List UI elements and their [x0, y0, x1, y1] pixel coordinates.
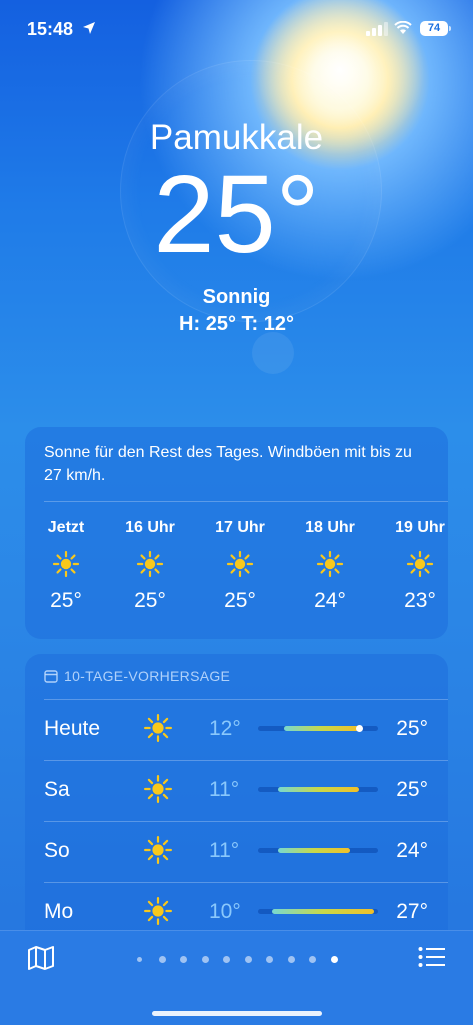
wifi-icon — [394, 21, 412, 34]
ten-day-title: 10-TAGE-VORHERSAGE — [64, 668, 231, 684]
city-name: Pamukkale — [149, 118, 324, 157]
lens-flare-small — [252, 332, 294, 374]
day-high: 27° — [396, 900, 428, 923]
page-dot-location[interactable] — [137, 957, 142, 962]
home-indicator[interactable] — [152, 1011, 322, 1016]
day-high: 24° — [396, 839, 428, 862]
day-row[interactable]: Sa 11° 25° — [25, 760, 448, 821]
hour-icon — [136, 550, 164, 578]
forecast-summary: Sonne für den Rest des Tages. Windböen m… — [44, 444, 412, 484]
day-low: 10° — [209, 900, 241, 923]
day-low: 11° — [209, 778, 240, 801]
sun-icon — [144, 714, 172, 742]
hour-temp: 25° — [134, 589, 166, 612]
divider — [44, 821, 448, 822]
divider — [44, 501, 448, 502]
hour-temp: 25° — [224, 589, 256, 612]
day-low: 12° — [209, 717, 241, 740]
hourly-forecast-card[interactable]: Sonne für den Rest des Tages. Windböen m… — [25, 427, 448, 639]
calendar-icon — [44, 670, 58, 683]
hour-label: 19 Uhr — [395, 519, 445, 536]
page-dot[interactable] — [244, 956, 252, 963]
divider — [44, 760, 448, 761]
temp-range-track — [258, 909, 378, 914]
divider — [44, 882, 448, 883]
sun-icon — [52, 550, 80, 578]
temp-range-track — [258, 787, 378, 792]
hour-icon — [316, 550, 344, 578]
hour-temp: 25° — [50, 589, 82, 612]
temp-range-track — [258, 848, 378, 853]
high-low-temperature: H: 25° T: 12° — [179, 313, 294, 335]
page-dot[interactable] — [287, 956, 295, 963]
page-dot[interactable] — [158, 956, 166, 963]
day-row[interactable]: Heute 12° 25° — [25, 699, 448, 760]
cellular-signal-icon — [366, 22, 388, 36]
sun-icon — [144, 897, 172, 925]
hour-label: 17 Uhr — [215, 519, 265, 536]
hour-icon — [52, 550, 80, 578]
day-label: Sa — [44, 778, 70, 801]
bottom-toolbar — [0, 930, 473, 1025]
hourly-item: 19 Uhr 23° — [390, 519, 448, 613]
ten-day-forecast-card[interactable]: 10-TAGE-VORHERSAGE Heute 12° 25° Sa 11° … — [25, 654, 448, 954]
day-high: 25° — [396, 778, 428, 801]
hourly-item: 17 Uhr 25° — [210, 519, 270, 613]
day-row[interactable]: So 11° 24° — [25, 821, 448, 882]
hour-temp: 23° — [404, 589, 436, 612]
sun-icon — [144, 775, 172, 803]
status-bar: 15:48 74 — [0, 18, 473, 42]
hour-label: 18 Uhr — [305, 519, 355, 536]
battery-tip — [449, 26, 451, 31]
list-icon[interactable] — [418, 945, 446, 969]
current-condition: Sonnig — [202, 286, 271, 308]
current-temperature: 25° — [153, 153, 320, 276]
current-temp-marker — [355, 725, 363, 732]
battery-indicator: 74 — [420, 21, 448, 36]
page-dot[interactable] — [266, 956, 273, 963]
sun-icon — [226, 550, 254, 578]
temp-range-bar — [272, 909, 375, 914]
map-icon[interactable] — [27, 945, 55, 971]
day-label: So — [44, 839, 70, 862]
day-high: 25° — [396, 717, 428, 740]
hour-icon — [226, 550, 254, 578]
ten-day-header: 10-TAGE-VORHERSAGE — [44, 668, 230, 684]
temp-range-bar — [284, 726, 359, 731]
day-label: Heute — [44, 717, 101, 740]
day-low: 11° — [209, 839, 240, 862]
hourly-item: Jetzt 25° — [36, 519, 96, 613]
location-arrow-icon — [83, 22, 95, 34]
temp-range-bar — [278, 787, 359, 792]
temp-range-track — [258, 725, 378, 732]
page-dot[interactable] — [201, 956, 209, 963]
hourly-item: 16 Uhr 25° — [120, 519, 180, 613]
page-dot[interactable] — [180, 956, 187, 963]
sun-icon — [136, 550, 164, 578]
day-icon — [144, 897, 172, 925]
sun-icon — [316, 550, 344, 578]
day-icon — [144, 714, 172, 742]
hour-label: Jetzt — [47, 519, 85, 536]
hour-temp: 24° — [314, 589, 346, 612]
day-icon — [144, 836, 172, 864]
temp-range-bar — [278, 848, 351, 853]
page-dot[interactable] — [223, 956, 230, 963]
page-dot[interactable] — [330, 956, 338, 963]
status-time: 15:48 — [27, 19, 74, 39]
day-label: Mo — [44, 900, 74, 923]
sun-icon — [406, 550, 434, 578]
page-dot[interactable] — [309, 956, 316, 963]
divider — [44, 699, 448, 700]
hour-icon — [406, 550, 434, 578]
hour-label: 16 Uhr — [125, 519, 175, 536]
sun-icon — [144, 836, 172, 864]
day-icon — [144, 775, 172, 803]
hourly-item: 18 Uhr 24° — [300, 519, 360, 613]
